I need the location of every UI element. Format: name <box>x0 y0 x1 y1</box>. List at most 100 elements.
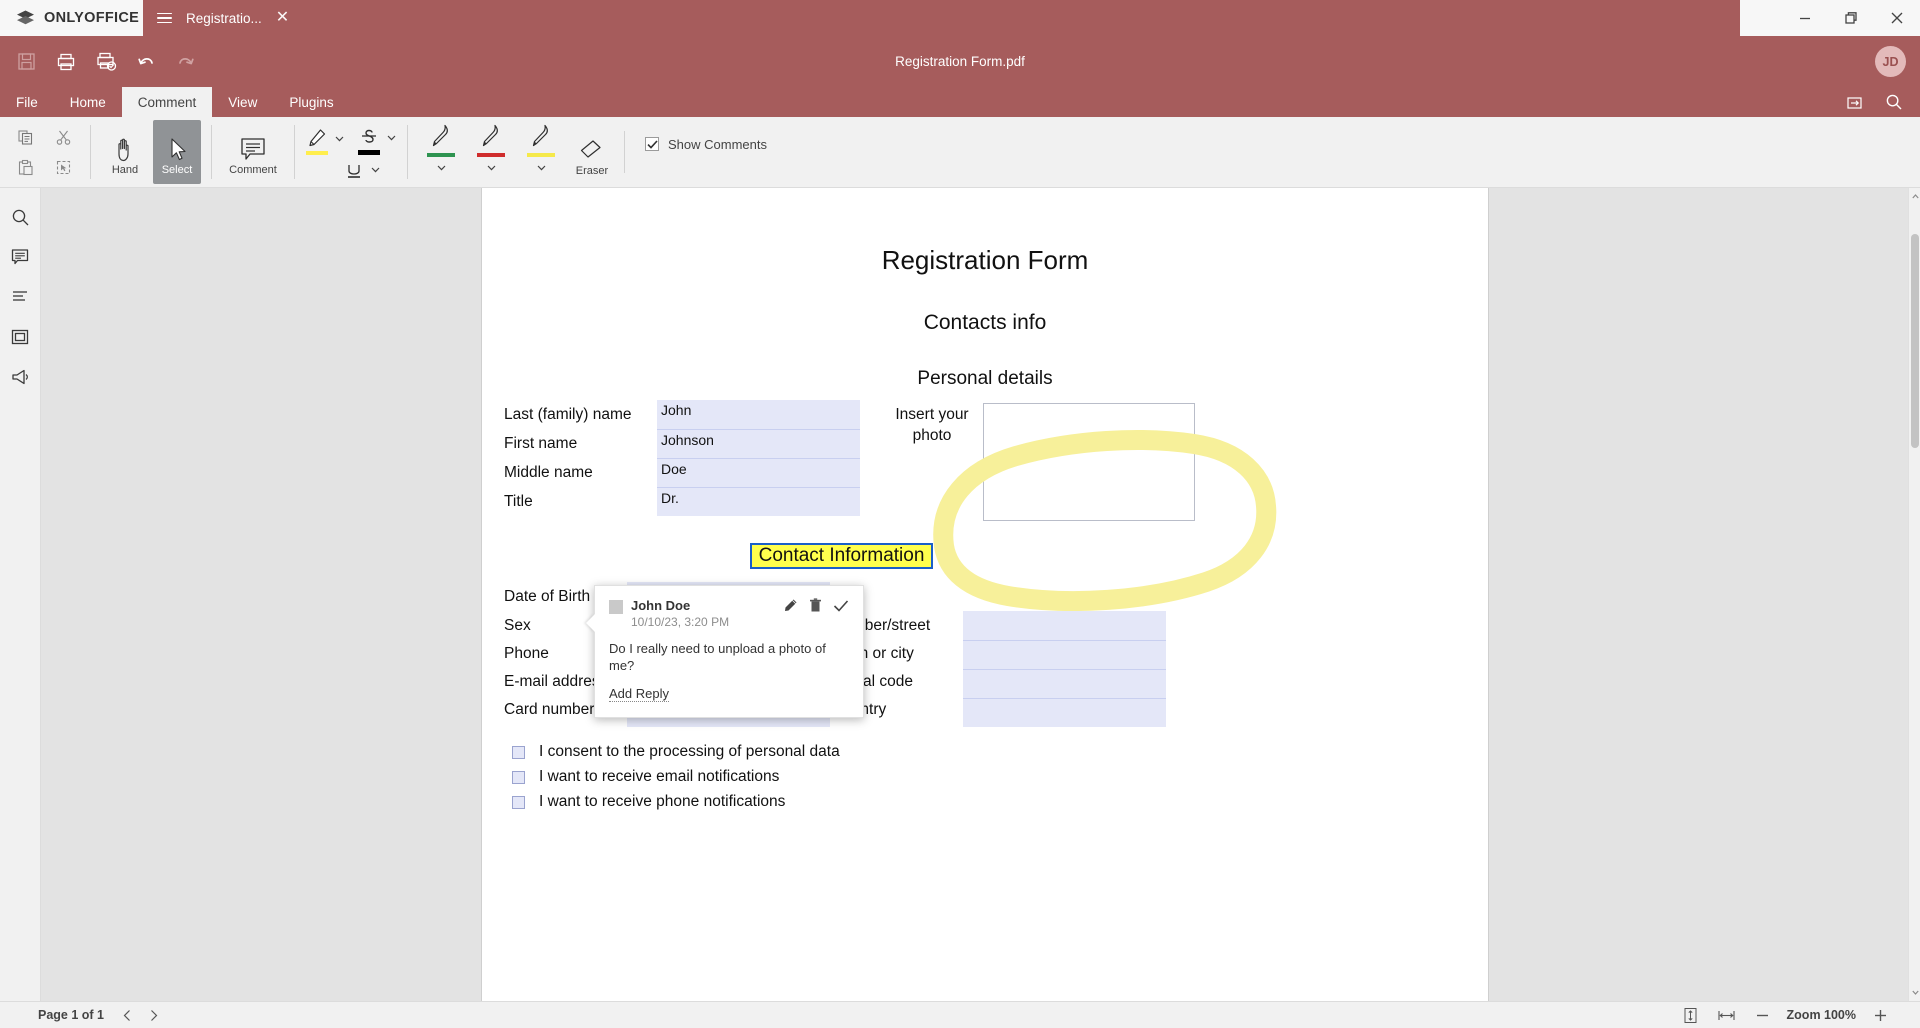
field-title-value: Dr. <box>661 490 679 506</box>
fit-page-button[interactable] <box>1679 1004 1703 1026</box>
search-icon <box>12 209 28 225</box>
page-heading-3: Personal details <box>917 368 1053 389</box>
eraser-button[interactable]: Eraser <box>568 123 616 184</box>
label-card-numbers: Card numbers <box>504 701 603 718</box>
tab-comment[interactable]: Comment <box>121 87 213 117</box>
status-bar: Page 1 of 1 Zoom 100% <box>0 1001 1920 1028</box>
pen-yellow-button[interactable] <box>521 119 561 159</box>
pen-icon <box>432 124 448 147</box>
fit-width-button[interactable] <box>1715 1004 1739 1026</box>
field-first-name-value: Johnson <box>661 432 714 448</box>
comment-popup[interactable]: John Doe 10/10/23, 3:20 PM Do I really n… <box>586 585 864 718</box>
sidebar-item-feedback[interactable] <box>4 362 36 392</box>
ribbon-divider <box>90 125 91 179</box>
photo-placeholder-box[interactable] <box>983 403 1195 521</box>
onlyoffice-logo-icon <box>17 10 34 24</box>
document-tab[interactable]: Registratio... ✕ <box>143 0 313 36</box>
select-tool-button[interactable]: Select <box>153 120 201 184</box>
markup-tools-group <box>303 117 399 187</box>
scroll-up-arrow-icon[interactable] <box>1909 190 1920 203</box>
vertical-scrollbar-thumb[interactable] <box>1911 234 1919 448</box>
underline-tool-button[interactable] <box>341 161 367 181</box>
hamburger-menu-icon[interactable] <box>157 12 172 24</box>
field-middle-name[interactable]: Doe <box>657 458 860 487</box>
pen-red-button[interactable] <box>471 119 511 159</box>
field-number-street[interactable] <box>963 611 1166 640</box>
tab-file[interactable]: File <box>0 87 54 117</box>
tab-view[interactable]: View <box>212 87 273 117</box>
comment-balloon-icon <box>238 133 268 163</box>
checkmark-icon[interactable] <box>833 599 849 613</box>
label-date-of-birth: Date of Birth <box>504 588 591 605</box>
phone-notifications-checkbox[interactable] <box>512 795 525 809</box>
headings-list-icon <box>13 291 27 301</box>
restore-icon[interactable] <box>1828 0 1874 36</box>
search-icon[interactable] <box>1876 87 1912 117</box>
field-country[interactable] <box>963 698 1166 727</box>
left-sidebar <box>0 188 41 1001</box>
undo-icon[interactable] <box>126 43 166 81</box>
pen-red-dropdown[interactable] <box>482 161 500 175</box>
tab-plugins[interactable]: Plugins <box>273 87 349 117</box>
highlight-tool-button[interactable] <box>303 124 331 158</box>
hand-tool-button[interactable]: Hand <box>101 120 149 184</box>
comment-balloon-icon <box>11 249 29 265</box>
pen-green-dropdown[interactable] <box>432 161 450 175</box>
close-icon[interactable]: ✕ <box>276 10 289 26</box>
chevron-down-icon <box>437 165 445 171</box>
print-icon[interactable] <box>46 43 86 81</box>
pen-yellow-dropdown[interactable] <box>532 161 550 175</box>
tab-home[interactable]: Home <box>54 87 122 117</box>
next-page-button[interactable] <box>142 1004 164 1026</box>
paste-icon[interactable] <box>10 153 40 181</box>
show-comments-toggle[interactable]: Show Comments <box>631 137 781 152</box>
strikeout-tool-button[interactable] <box>355 123 383 158</box>
open-folder-icon[interactable] <box>1836 87 1872 117</box>
trash-icon[interactable] <box>809 598 822 613</box>
pen-yellow-color-bar <box>527 153 555 157</box>
scroll-down-arrow-icon[interactable] <box>1909 986 1920 999</box>
add-comment-button[interactable]: Comment <box>222 120 284 184</box>
label-sex: Sex <box>504 617 531 634</box>
highlight-dropdown[interactable] <box>331 124 347 154</box>
contact-information-heading[interactable]: Contact Information <box>750 543 933 569</box>
sidebar-item-headings[interactable] <box>4 282 36 312</box>
underline-dropdown[interactable] <box>367 161 383 179</box>
document-canvas[interactable]: Registration Form Contacts info Personal… <box>41 188 1920 1001</box>
field-title[interactable]: Dr. <box>657 487 860 516</box>
label-email: E-mail address <box>504 673 608 690</box>
copy-icon[interactable] <box>10 123 40 151</box>
cut-icon[interactable] <box>48 123 78 151</box>
redo-icon[interactable] <box>166 43 206 81</box>
underline-tool-wrap <box>341 161 383 181</box>
add-reply-link[interactable]: Add Reply <box>609 686 669 702</box>
zoom-out-button[interactable] <box>1751 1004 1775 1026</box>
previous-page-button[interactable] <box>116 1004 138 1026</box>
save-icon[interactable] <box>6 43 46 81</box>
vertical-scrollbar[interactable] <box>1908 188 1920 1001</box>
pencil-icon[interactable] <box>783 598 798 613</box>
label-first-name: First name <box>504 435 578 452</box>
field-last-name[interactable]: John <box>657 400 860 429</box>
field-first-name[interactable]: Johnson <box>657 429 860 458</box>
quick-print-icon[interactable] <box>86 43 126 81</box>
avatar[interactable]: JD <box>1875 46 1906 77</box>
sidebar-item-comments[interactable] <box>4 242 36 272</box>
close-icon[interactable] <box>1874 0 1920 36</box>
minimize-icon[interactable] <box>1782 0 1828 36</box>
sidebar-item-thumbnails[interactable] <box>4 322 36 352</box>
editor-body: Registration Form Contacts info Personal… <box>0 188 1920 1001</box>
field-postal-code[interactable] <box>963 669 1166 698</box>
window-controls <box>1782 0 1920 36</box>
email-notifications-checkbox[interactable] <box>512 770 525 784</box>
zoom-in-button[interactable] <box>1868 1004 1892 1026</box>
zoom-level-label[interactable]: Zoom 100% <box>1787 1008 1856 1022</box>
pen-green-button[interactable] <box>421 119 461 159</box>
field-town-city[interactable] <box>963 640 1166 669</box>
sidebar-item-search[interactable] <box>4 202 36 232</box>
strikeout-dropdown[interactable] <box>383 123 399 153</box>
show-comments-checkbox[interactable] <box>645 137 659 151</box>
strikeout-tool-wrap <box>355 123 399 158</box>
consent-checkbox[interactable] <box>512 745 525 759</box>
select-all-icon[interactable] <box>48 153 78 181</box>
